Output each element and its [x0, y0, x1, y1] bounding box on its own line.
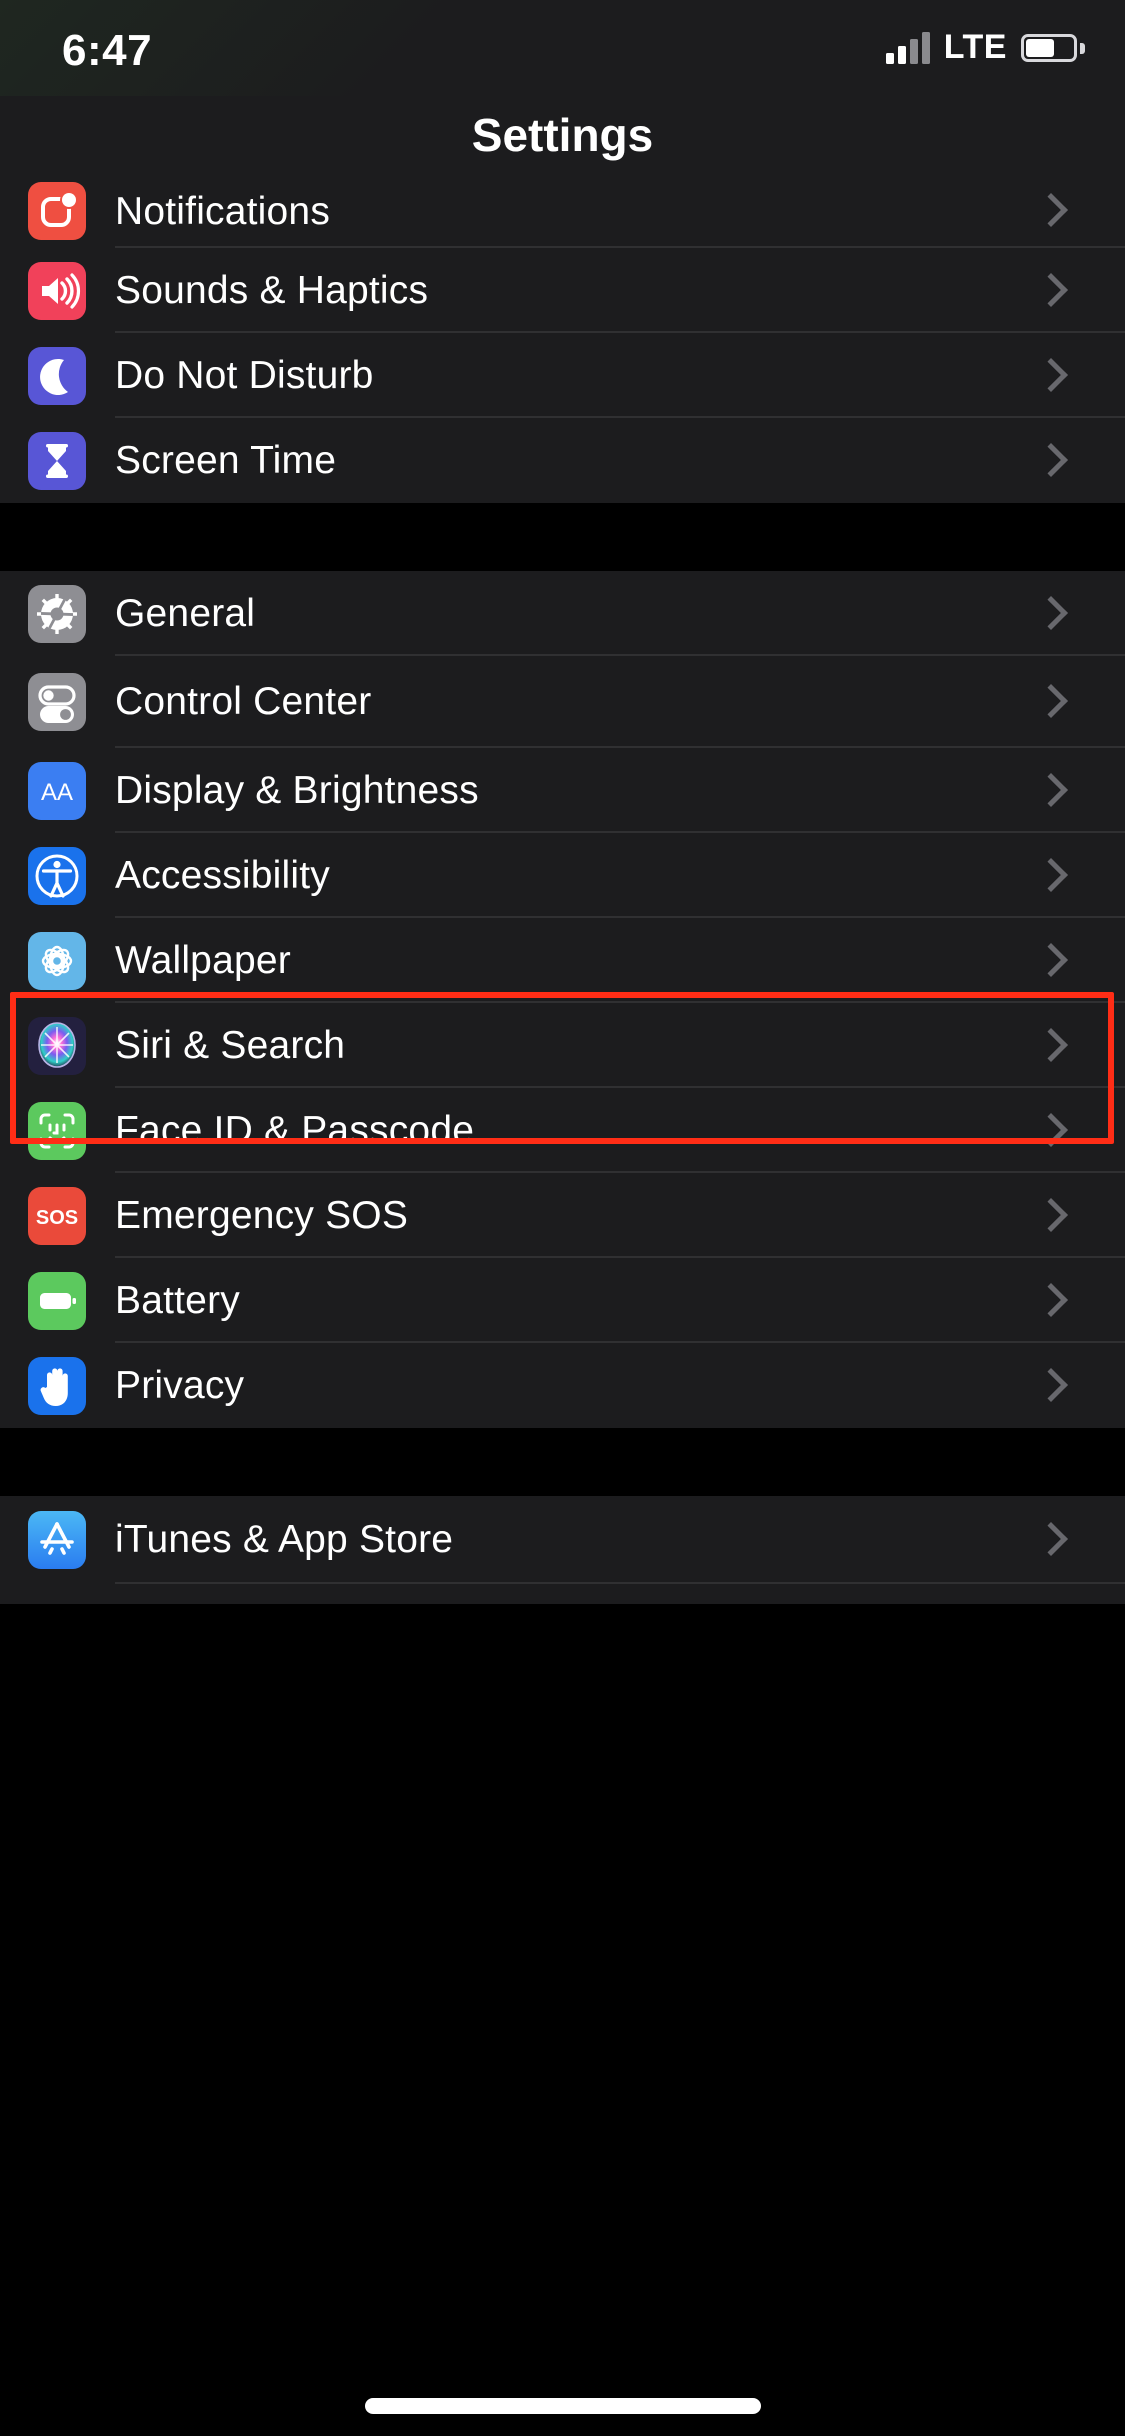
battery-icon — [1021, 33, 1085, 62]
chevron-right-icon — [1025, 333, 1085, 418]
settings-row-label: iTunes & App Store — [115, 1518, 454, 1561]
settings-list[interactable]: Notifications Sounds & Haptics Do Not Di… — [0, 174, 1125, 1604]
moon-glyph — [40, 358, 68, 395]
notifications-glyph — [41, 191, 78, 227]
settings-row-label: Do Not Disturb — [115, 353, 374, 397]
face-id-icon — [28, 1101, 86, 1160]
chevron-right-icon — [1025, 918, 1085, 1003]
status-right-cluster: LTE — [885, 28, 1085, 67]
settings-group-store: iTunes & App Store — [0, 1496, 1125, 1604]
moon-icon — [28, 346, 86, 405]
settings-row-wallpaper[interactable]: Wallpaper — [0, 918, 1125, 1003]
settings-row-label: Wallpaper — [115, 938, 291, 982]
settings-row-siri-search[interactable]: Siri & Search — [0, 1003, 1125, 1088]
settings-row-screen-time[interactable]: Screen Time — [0, 418, 1125, 503]
settings-row-battery[interactable]: Battery — [0, 1258, 1125, 1343]
notifications-icon — [28, 182, 86, 240]
network-type-label: LTE — [943, 28, 1007, 66]
section-gap — [0, 1428, 1125, 1496]
iphone-screen: 6:47 LTE Settings Notifications Sounds &… — [0, 0, 1125, 2436]
gear-icon — [28, 584, 86, 643]
navigation-bar: Settings — [0, 96, 1125, 174]
accessibility-glyph — [35, 854, 79, 898]
toggles-icon — [28, 673, 86, 731]
settings-row-placeholder — [0, 1584, 1125, 1604]
flower-glyph — [41, 945, 73, 976]
settings-row-label: Privacy — [115, 1363, 245, 1407]
battery-glyph — [40, 1292, 76, 1309]
settings-row-accessibility[interactable]: Accessibility — [0, 833, 1125, 918]
chevron-right-icon — [1025, 1496, 1085, 1584]
app-store-icon — [28, 1511, 86, 1569]
siri-icon — [28, 1016, 86, 1075]
chevron-right-icon — [1025, 571, 1085, 656]
section-gap — [0, 503, 1125, 571]
gear-glyph — [37, 593, 77, 634]
toggles-glyph — [38, 685, 76, 723]
settings-group-notifications: Notifications Sounds & Haptics Do Not Di… — [0, 174, 1125, 503]
face-id-glyph — [39, 1113, 75, 1148]
sos-icon: SOS — [28, 1186, 86, 1245]
settings-row-face-id-passcode[interactable]: Face ID & Passcode — [0, 1088, 1125, 1173]
svg-text:SOS: SOS — [36, 1207, 78, 1229]
settings-row-label: Accessibility — [115, 853, 330, 897]
settings-row-label: Screen Time — [115, 438, 337, 482]
siri-glyph — [38, 1021, 76, 1068]
settings-group-general: General Control Center AA Display & Brig… — [0, 571, 1125, 1428]
chevron-right-icon — [1025, 1088, 1085, 1173]
battery-icon — [28, 1271, 86, 1330]
settings-row-display-brightness[interactable]: AA Display & Brightness — [0, 748, 1125, 833]
speaker-icon — [28, 261, 86, 320]
settings-row-control-center[interactable]: Control Center — [0, 656, 1125, 748]
hand-icon — [28, 1356, 86, 1415]
settings-row-privacy[interactable]: Privacy — [0, 1343, 1125, 1428]
sos-glyph: SOS — [36, 1207, 78, 1229]
chevron-right-icon — [1025, 418, 1085, 503]
speaker-glyph — [42, 272, 80, 309]
chevron-right-icon — [1025, 1343, 1085, 1428]
chevron-right-icon — [1025, 748, 1085, 833]
chevron-right-icon — [1025, 833, 1085, 918]
cellular-signal-icon — [885, 31, 930, 64]
settings-row-label: Display & Brightness — [115, 768, 479, 812]
text-size-aa-icon: AA — [28, 761, 86, 820]
app-store-glyph — [40, 1522, 74, 1555]
chevron-right-icon — [1025, 1003, 1085, 1088]
status-time: 6:47 — [62, 26, 153, 75]
status-bar: 6:47 LTE — [0, 0, 1125, 96]
settings-row-label: Battery — [115, 1278, 240, 1322]
settings-row-label: Face ID & Passcode — [115, 1108, 475, 1152]
settings-row-notifications[interactable]: Notifications — [0, 174, 1125, 248]
settings-row-general[interactable]: General — [0, 571, 1125, 656]
hand-glyph — [40, 1367, 68, 1406]
hourglass-icon — [28, 431, 86, 490]
settings-row-label: Control Center — [115, 680, 372, 723]
settings-row-emergency-sos[interactable]: SOS Emergency SOS — [0, 1173, 1125, 1258]
settings-row-label: Notifications — [115, 190, 331, 233]
settings-row-label: Siri & Search — [115, 1023, 346, 1067]
chevron-right-icon — [1025, 174, 1085, 248]
home-indicator — [364, 2398, 761, 2414]
chevron-right-icon — [1025, 656, 1085, 748]
hourglass-glyph — [46, 443, 68, 478]
settings-row-label: General — [115, 591, 256, 635]
settings-row-itunes-app-store[interactable]: iTunes & App Store — [0, 1496, 1125, 1584]
settings-row-sounds-haptics[interactable]: Sounds & Haptics — [0, 248, 1125, 333]
svg-text:AA: AA — [41, 779, 73, 806]
chevron-right-icon — [1025, 248, 1085, 333]
accessibility-icon — [28, 846, 86, 905]
chevron-right-icon — [1025, 1173, 1085, 1258]
settings-row-label: Emergency SOS — [115, 1193, 409, 1237]
flower-icon — [28, 931, 86, 990]
settings-row-label: Sounds & Haptics — [115, 268, 429, 312]
aa-glyph: AA — [41, 779, 73, 806]
settings-row-do-not-disturb[interactable]: Do Not Disturb — [0, 333, 1125, 418]
chevron-right-icon — [1025, 1258, 1085, 1343]
page-title: Settings — [471, 109, 654, 161]
